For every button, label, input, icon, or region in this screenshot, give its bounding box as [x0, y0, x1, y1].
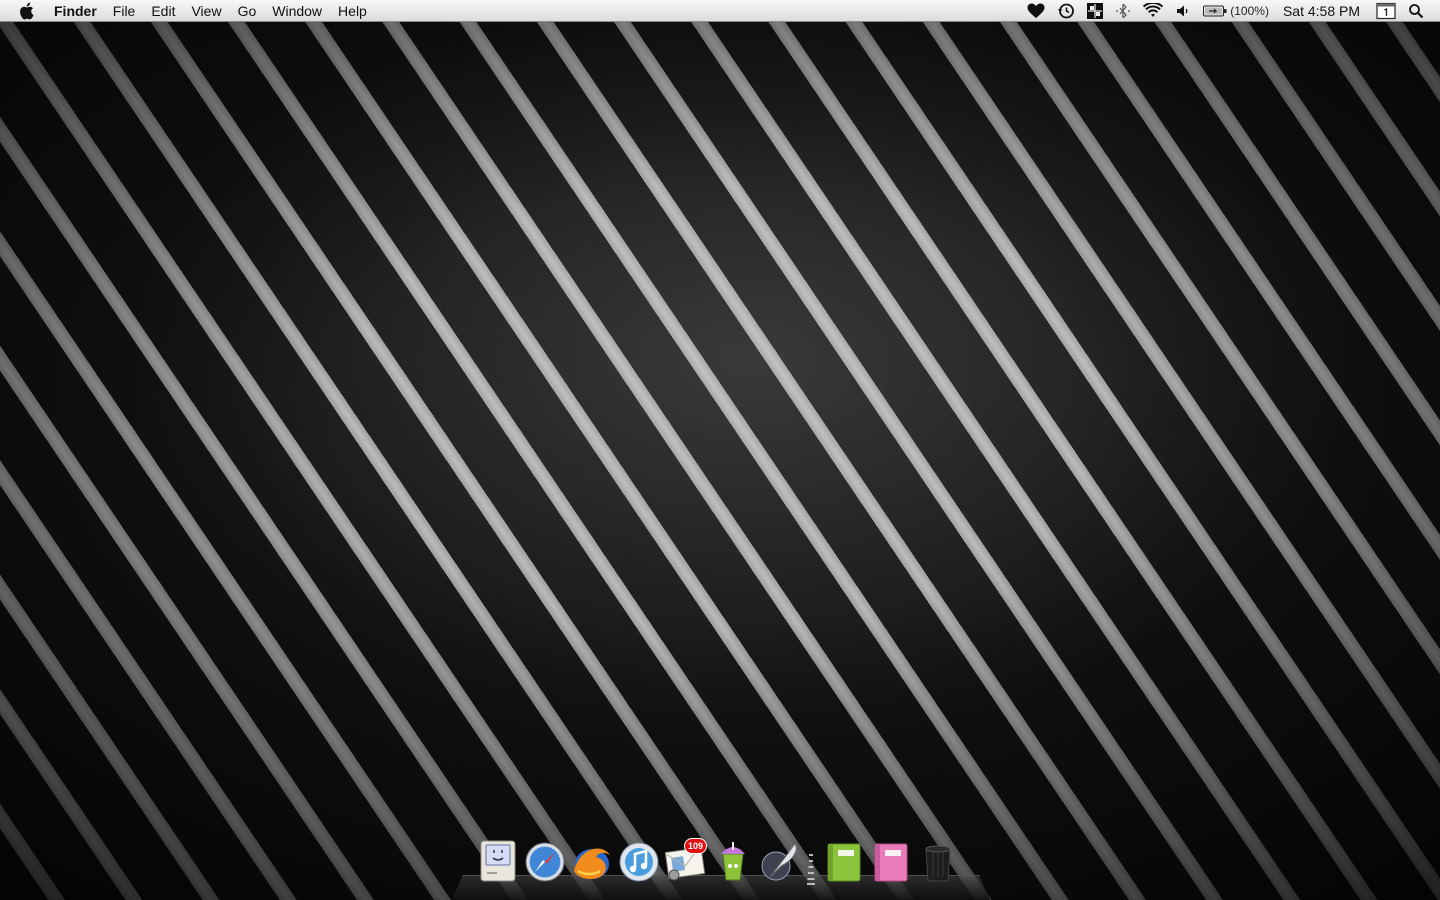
mail-badge: 109 — [683, 838, 707, 854]
dock-pink-notebook[interactable] — [869, 838, 913, 886]
menu-edit[interactable]: Edit — [143, 0, 183, 22]
dock-adium[interactable] — [711, 838, 755, 886]
safari-compass-icon — [525, 842, 565, 882]
menu-view[interactable]: View — [183, 0, 229, 22]
menu-app-name[interactable]: Finder — [52, 0, 105, 22]
menu-clock[interactable]: Sat 4:58 PM — [1275, 0, 1370, 22]
menu-window[interactable]: Window — [264, 0, 330, 22]
time-machine-icon[interactable] — [1051, 0, 1081, 22]
battery-icon[interactable]: (100%) — [1197, 0, 1275, 22]
battery-percent: (100%) — [1230, 4, 1269, 18]
dock-green-notebook[interactable] — [822, 838, 866, 886]
spotlight-icon[interactable] — [1402, 0, 1440, 22]
green-notebook-icon — [827, 843, 861, 882]
wallpaper-vignette — [0, 0, 1440, 900]
dock-itunes[interactable] — [617, 838, 661, 886]
quill-pen-icon — [761, 843, 797, 881]
dock-finder[interactable] — [476, 838, 520, 886]
dock-separator — [805, 838, 817, 886]
calendar-icon[interactable] — [1370, 0, 1402, 22]
pink-notebook-icon — [874, 843, 908, 882]
trash-icon — [925, 845, 951, 882]
spaces-icon[interactable] — [1081, 0, 1109, 22]
volume-icon[interactable] — [1169, 0, 1197, 22]
wifi-icon[interactable] — [1137, 0, 1169, 22]
finder-classic-mac-icon — [480, 840, 516, 882]
menu-go[interactable]: Go — [230, 0, 265, 22]
dock-trash[interactable] — [916, 838, 960, 886]
dock: 109 — [452, 836, 990, 900]
menu-help[interactable]: Help — [330, 0, 375, 22]
menu-file[interactable]: File — [105, 0, 144, 22]
itunes-icon — [619, 842, 659, 882]
menu-bar: Finder File Edit View Go Window Help (10… — [0, 0, 1440, 22]
adium-cup-icon — [721, 842, 745, 881]
heart-icon[interactable] — [1021, 0, 1051, 22]
dock-mail[interactable]: 109 — [664, 838, 708, 886]
firefox-icon — [574, 848, 610, 879]
dock-quill-app[interactable] — [758, 838, 802, 886]
dock-safari[interactable] — [523, 838, 567, 886]
apple-menu-icon[interactable] — [18, 0, 38, 22]
dock-firefox[interactable] — [570, 838, 614, 886]
bluetooth-icon[interactable] — [1109, 0, 1137, 22]
desktop-wallpaper — [0, 0, 1440, 900]
